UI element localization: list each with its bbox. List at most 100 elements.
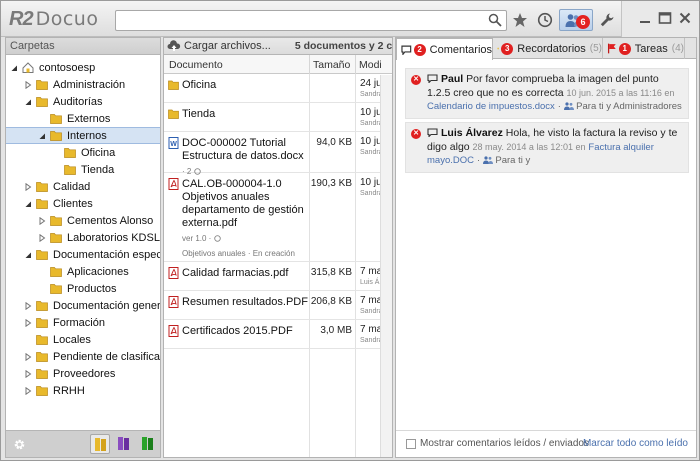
documents-column-header: Documento Tamaño Modi — [164, 55, 392, 74]
wrench-icon[interactable] — [599, 12, 615, 28]
tab-tasks[interactable]: 1 Tareas (4) — [603, 38, 685, 59]
tree-item[interactable]: Clientes — [6, 195, 160, 212]
tree-item[interactable]: Pendiente de clasificar — [6, 348, 160, 365]
document-row[interactable]: Oficina 24 ju Sandra — [164, 74, 392, 103]
upload-label: Cargar archivos... — [184, 40, 271, 52]
unread-dot-icon[interactable]: ✕ — [411, 129, 421, 139]
show-read-checkbox[interactable] — [406, 439, 416, 449]
collapsed-triangle-icon[interactable] — [24, 80, 32, 89]
collapsed-triangle-icon[interactable] — [38, 233, 46, 242]
upload-button[interactable]: Cargar archivos... — [167, 40, 271, 52]
library-yellow-button[interactable] — [90, 434, 110, 454]
tree-item[interactable]: Documentación específica — [6, 246, 160, 263]
tree-item[interactable]: Auditorías — [6, 93, 160, 110]
collapsed-triangle-icon[interactable] — [24, 369, 32, 378]
column-divider — [309, 55, 310, 74]
collapsed-triangle-icon[interactable] — [38, 216, 46, 225]
logo-name: Docuo — [35, 8, 99, 30]
document-name[interactable]: CAL.OB-000004-1.0 Objetivos anuales depa… — [182, 178, 308, 260]
collapsed-triangle-icon[interactable] — [24, 182, 32, 191]
bell-icon — [497, 47, 500, 50]
folder-icon — [36, 301, 48, 311]
collapsed-triangle-icon[interactable] — [24, 352, 32, 361]
document-name[interactable]: Tienda — [182, 108, 308, 121]
tree-item[interactable]: Externos — [6, 110, 160, 127]
document-row[interactable]: Calidad farmacias.pdf 315,8 KB 7 ma Luis Á — [164, 262, 392, 291]
tree-item[interactable]: RRHH — [6, 382, 160, 399]
tree-item[interactable]: Tienda — [6, 161, 160, 178]
tree-item[interactable]: Cementos Alonso — [6, 212, 160, 229]
document-date: 10 ju — [360, 107, 382, 118]
document-row[interactable]: Certificados 2015.PDF 3,0 MB 7 ma Sandra — [164, 320, 392, 349]
document-size: 315,8 KB — [310, 267, 352, 278]
document-name[interactable]: DOC-000002 Tutorial Estructura de datos.… — [182, 137, 308, 178]
tree-item[interactable]: Formación — [6, 314, 160, 331]
tree-item[interactable]: Aplicaciones — [6, 263, 160, 280]
users-button[interactable]: 6 — [559, 9, 593, 31]
expanded-triangle-icon[interactable] — [24, 200, 32, 208]
collapsed-triangle-icon[interactable] — [24, 318, 32, 327]
maximize-icon[interactable] — [658, 11, 672, 25]
comment-audience-label: Para ti y — [495, 155, 531, 166]
cloud-upload-icon — [167, 40, 181, 51]
settings-icon[interactable] — [13, 438, 26, 451]
column-document[interactable]: Documento — [169, 59, 223, 71]
close-icon[interactable] — [678, 11, 692, 25]
document-name-text: Calidad farmacias.pdf — [182, 267, 289, 279]
column-modified[interactable]: Modi — [359, 59, 382, 71]
expanded-triangle-icon[interactable] — [24, 98, 32, 106]
tab-reminders[interactable]: 3 Recordatorios (5) — [493, 38, 603, 59]
document-row[interactable]: W DOC-000002 Tutorial Estructura de datos… — [164, 132, 392, 176]
minimize-icon[interactable] — [638, 11, 652, 25]
document-name[interactable]: Certificados 2015.PDF — [182, 325, 308, 338]
tree-item[interactable]: Calidad — [6, 178, 160, 195]
tree-item[interactable]: Proveedores — [6, 365, 160, 382]
document-row[interactable]: Resumen resultados.PDF 206,8 KB 7 ma Sandra — [164, 291, 392, 320]
tree-item[interactable]: contosoesp — [6, 59, 160, 76]
comment-card[interactable]: ✕ Paul Por favor comprueba la imagen del… — [405, 68, 689, 119]
comment-doc-link[interactable]: Calendario de impuestos.docx — [427, 101, 555, 112]
reminders-count: (5) — [589, 43, 602, 54]
column-size[interactable]: Tamaño — [313, 59, 350, 71]
expanded-triangle-icon[interactable] — [24, 251, 32, 259]
document-name[interactable]: Calidad farmacias.pdf — [182, 267, 308, 280]
pdf-file-icon — [168, 267, 179, 279]
document-status-text: Objetivos anuales · En creación — [182, 249, 295, 258]
expanded-triangle-icon[interactable] — [10, 64, 18, 72]
documents-scrollbar[interactable] — [380, 75, 392, 457]
tree-item[interactable]: Productos — [6, 280, 160, 297]
tree-item[interactable]: Internos — [6, 127, 160, 144]
document-row[interactable]: Tienda 10 ju Sandra — [164, 103, 392, 132]
comment-audience-label: Para ti y Administradores — [576, 101, 682, 112]
tree-item[interactable]: Oficina — [6, 144, 160, 161]
expanded-triangle-icon[interactable] — [38, 132, 46, 140]
library-green-button[interactable] — [138, 434, 158, 454]
star-icon[interactable] — [512, 12, 528, 28]
app-window: R2 Docuo 6 Carpetas contosoesp Administr… — [0, 0, 700, 461]
tree-item[interactable]: Locales — [6, 331, 160, 348]
tree-item[interactable]: Documentación general — [6, 297, 160, 314]
pdf-file-icon — [168, 296, 179, 308]
library-purple-button[interactable] — [114, 434, 134, 454]
tree-item[interactable]: Administración — [6, 76, 160, 93]
info-icon — [214, 235, 222, 242]
clock-icon[interactable] — [537, 12, 553, 28]
tree-item[interactable]: Laboratorios KDSL — [6, 229, 160, 246]
documents-pane: Cargar archivos... 5 documentos y 2 carp… — [163, 37, 393, 458]
collapsed-triangle-icon[interactable] — [24, 301, 32, 310]
comment-card[interactable]: ✕ Luis Álvarez Hola, he visto la factura… — [405, 122, 689, 173]
document-name-text: Oficina — [182, 79, 217, 91]
document-row[interactable]: CAL.OB-000004-1.0 Objetivos anuales depa… — [164, 173, 392, 262]
search-input[interactable] — [115, 10, 507, 31]
document-meta-text: ver 1.0 · — [182, 234, 212, 243]
comment-author: Luis Álvarez — [441, 127, 503, 139]
unread-dot-icon[interactable]: ✕ — [411, 75, 421, 85]
search-icon[interactable] — [488, 13, 502, 27]
mark-all-read-link[interactable]: Marcar todo como leído — [583, 438, 688, 449]
collapsed-triangle-icon[interactable] — [24, 386, 32, 395]
document-name[interactable]: Resumen resultados.PDF — [182, 296, 308, 309]
show-read-label[interactable]: Mostrar comentarios leídos / enviados — [420, 438, 589, 449]
tab-comments[interactable]: 2 Comentarios — [396, 38, 493, 60]
document-name[interactable]: Oficina — [182, 79, 308, 92]
